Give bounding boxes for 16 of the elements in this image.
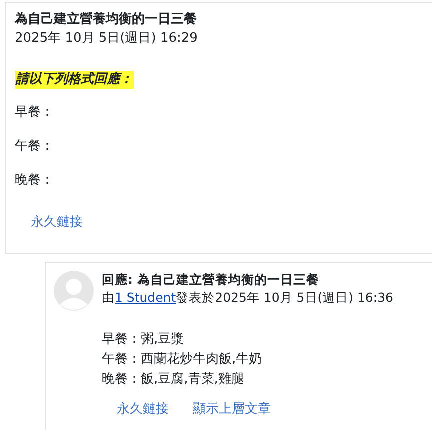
prompt-line: 早餐：	[15, 104, 55, 122]
post-date: 2025年 10月 5日(週日) 16:29	[15, 30, 199, 48]
reply-link[interactable]: 顯示上層文章	[193, 401, 271, 419]
author-link[interactable]: 1 Student	[115, 290, 176, 305]
reply-link[interactable]: 永久鏈接	[117, 401, 169, 419]
reply-line: 早餐：粥,豆漿	[102, 331, 186, 349]
reply-byline: 由1 Student發表於2025年 10月 5日(週日) 16:36	[102, 289, 394, 307]
prompt-line: 午餐：	[15, 138, 55, 156]
prompt-line: 晚餐：	[15, 172, 55, 190]
post-link[interactable]: 永久鏈接	[31, 214, 83, 232]
reply-line: 午餐：西蘭花炒牛肉飯,牛奶	[102, 351, 264, 369]
reply-title: 回應: 為自己建立營養均衡的一日三餐	[102, 271, 320, 289]
highlighted-instruction: 請以下列格式回應：	[15, 71, 134, 89]
reply-line: 晚餐：飯,豆腐,青菜,雞腿	[102, 371, 246, 389]
post-title: 為自己建立營養均衡的一日三餐	[15, 10, 198, 29]
avatar-icon	[54, 271, 94, 311]
